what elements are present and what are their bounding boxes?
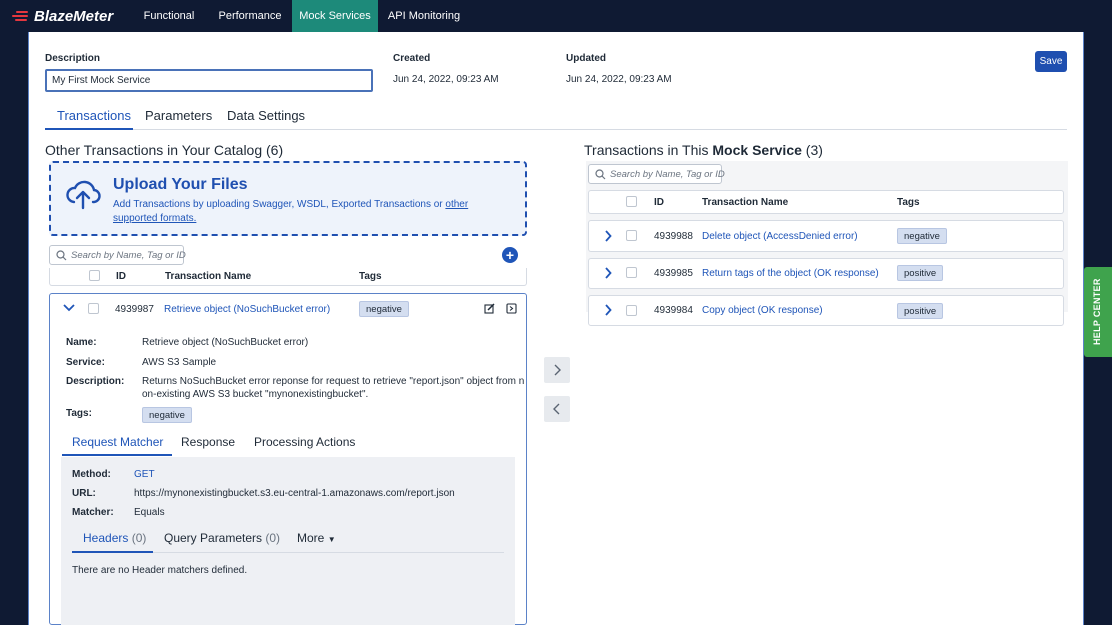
upload-description: Add Transactions by uploading Swagger, W…	[113, 199, 469, 224]
transaction-name-link[interactable]: Return tags of the object (OK response)	[702, 268, 879, 279]
detail-description-line1: Returns NoSuchBucket error reponse for r…	[142, 376, 525, 387]
tab-data-settings[interactable]: Data Settings	[227, 108, 305, 123]
mock-col-id: ID	[654, 197, 664, 208]
transaction-id: 4939987	[115, 304, 154, 315]
transaction-id: 4939985	[654, 268, 693, 279]
more-dropdown[interactable]: More ▼	[297, 531, 336, 545]
detail-service-label: Service:	[66, 357, 105, 368]
open-icon[interactable]	[506, 303, 517, 314]
method-value: GET	[134, 469, 155, 480]
nav-tab-mock-services[interactable]: Mock Services	[292, 0, 378, 32]
matcher-value: Equals	[134, 507, 165, 518]
mock-service-frame: Description Created Jun 24, 2022, 09:23 …	[28, 32, 1084, 625]
search-icon	[595, 169, 606, 180]
url-label: URL:	[72, 488, 96, 499]
col-id: ID	[116, 271, 126, 282]
move-left-button[interactable]	[544, 396, 570, 422]
blazemeter-logo-icon	[12, 10, 30, 22]
upload-title: Upload Your Files	[113, 176, 248, 193]
tab-response[interactable]: Response	[181, 435, 235, 449]
detail-description-line2: on-existing AWS S3 bucket "mynonexisting…	[142, 389, 369, 400]
caret-down-icon: ▼	[327, 535, 336, 544]
col-tags: Tags	[359, 271, 382, 282]
detail-description-label: Description:	[66, 376, 125, 387]
edit-icon[interactable]	[484, 303, 495, 314]
chevron-right-icon[interactable]	[604, 304, 612, 316]
description-label: Description	[45, 53, 101, 64]
mock-col-transaction-name: Transaction Name	[702, 197, 789, 208]
url-value: https://mynonexistingbucket.s3.eu-centra…	[134, 488, 455, 499]
inner-tab-indicator	[72, 551, 153, 553]
mock-col-tags: Tags	[897, 197, 920, 208]
method-label: Method:	[72, 469, 111, 480]
chevron-right-icon[interactable]	[604, 267, 612, 279]
transaction-id: 4939988	[654, 231, 693, 242]
tab-headers[interactable]: Headers (0)	[83, 531, 146, 545]
row-checkbox[interactable]	[626, 230, 637, 241]
tag-badge: negative	[359, 301, 409, 317]
matcher-label: Matcher:	[72, 507, 114, 518]
help-center-tab[interactable]: HELP CENTER	[1084, 267, 1112, 357]
tag-badge: positive	[897, 303, 944, 319]
detail-tag-badge: negative	[142, 407, 192, 423]
updated-label: Updated	[566, 53, 606, 64]
created-value: Jun 24, 2022, 09:23 AM	[393, 74, 499, 85]
nav-tab-functional[interactable]: Functional	[134, 0, 204, 32]
transaction-name-link[interactable]: Retrieve object (NoSuchBucket error)	[164, 304, 330, 315]
tab-processing-actions[interactable]: Processing Actions	[254, 435, 355, 449]
empty-headers-message: There are no Header matchers defined.	[72, 565, 248, 576]
detail-tags-label: Tags:	[66, 408, 92, 419]
active-tab-indicator	[45, 128, 133, 130]
save-button[interactable]: Save	[1035, 51, 1067, 72]
row-checkbox[interactable]	[626, 267, 637, 278]
nav-tab-api-monitoring[interactable]: API Monitoring	[384, 0, 464, 32]
detail-service-value: AWS S3 Sample	[142, 357, 217, 368]
transaction-id: 4939984	[654, 305, 693, 316]
tab-query-parameters[interactable]: Query Parameters (0)	[164, 531, 280, 545]
search-icon	[56, 250, 67, 261]
add-transaction-button[interactable]: +	[502, 247, 518, 263]
upload-dropzone[interactable]: Upload Your Files Add Transactions by up…	[49, 161, 527, 236]
chevron-down-icon[interactable]	[63, 304, 75, 312]
tab-request-matcher[interactable]: Request Matcher	[72, 435, 163, 449]
plus-icon: +	[505, 247, 515, 263]
select-all-checkbox[interactable]	[89, 270, 100, 281]
tag-badge: negative	[897, 228, 947, 244]
detail-name-value: Retrieve object (NoSuchBucket error)	[142, 337, 309, 348]
nav-tab-performance[interactable]: Performance	[212, 0, 288, 32]
mock-select-all-checkbox[interactable]	[626, 196, 637, 207]
updated-value: Jun 24, 2022, 09:23 AM	[566, 74, 672, 85]
row-checkbox[interactable]	[626, 305, 637, 316]
created-label: Created	[393, 53, 431, 64]
tab-transactions[interactable]: Transactions	[57, 108, 131, 123]
col-transaction-name: Transaction Name	[165, 271, 252, 282]
description-input[interactable]	[45, 69, 373, 92]
tab-parameters[interactable]: Parameters	[145, 108, 212, 123]
cloud-upload-icon	[66, 180, 101, 210]
chevron-right-icon[interactable]	[604, 230, 612, 242]
detail-name-label: Name:	[66, 337, 97, 348]
top-nav: BlazeMeter Functional Performance Mock S…	[0, 0, 1112, 32]
tag-badge: positive	[897, 265, 944, 281]
mock-search-input[interactable]: Search by Name, Tag or ID	[588, 164, 725, 184]
mock-service-title: Transactions in This Mock Service (3)	[584, 142, 823, 158]
catalog-search-input[interactable]: Search by Name, Tag or ID	[49, 245, 186, 265]
blazemeter-logo[interactable]: BlazeMeter	[12, 7, 113, 25]
mock-transactions-empty-area	[586, 312, 1068, 625]
move-right-button[interactable]	[544, 357, 570, 383]
catalog-title: Other Transactions in Your Catalog (6)	[45, 142, 284, 158]
chevron-left-icon	[553, 403, 560, 415]
row-checkbox[interactable]	[88, 303, 99, 314]
transaction-name-link[interactable]: Copy object (OK response)	[702, 305, 823, 316]
tabs-divider	[45, 129, 1067, 130]
transaction-name-link[interactable]: Delete object (AccessDenied error)	[702, 231, 858, 242]
sub-tab-indicator	[62, 454, 172, 456]
chevron-right-icon	[554, 364, 561, 376]
